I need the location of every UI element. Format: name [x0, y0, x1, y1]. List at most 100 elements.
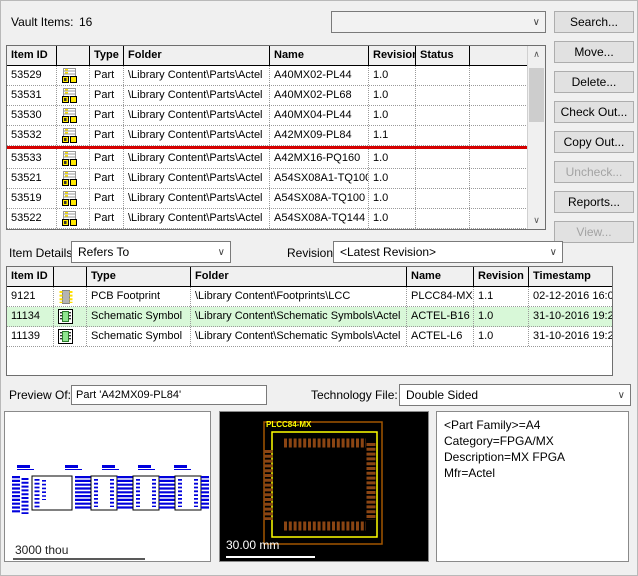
column-header-revision[interactable]: Revision [369, 46, 416, 65]
cell-item-id: 53531 [7, 86, 57, 105]
reports-button[interactable]: Reports... [554, 191, 634, 213]
item-details-table: Item ID Type Folder Name Revision Timest… [6, 266, 613, 376]
cell-type: Part [90, 106, 124, 125]
cell-icon [57, 126, 90, 145]
cell-icon [54, 327, 87, 346]
cell-timestamp: 31-10-2016 19:25:4 [529, 327, 612, 346]
delete-button[interactable]: Delete... [554, 71, 634, 93]
schematic-preview-panel: 3000 thou [4, 411, 211, 562]
cell-icon [57, 149, 90, 168]
table-row[interactable]: 53529 Part \Library Content\Parts\Actel … [7, 66, 528, 86]
table-row-highlighted[interactable]: 11134 Schematic Symbol \Library Content\… [7, 307, 612, 327]
cell-name: A40MX04-PL44 [270, 106, 369, 125]
column-header-type[interactable]: Type [87, 267, 191, 286]
table-row-focused[interactable]: 53532 Part \Library Content\Parts\Actel … [7, 126, 528, 146]
table-row[interactable]: 53533 Part \Library Content\Parts\Actel … [7, 149, 528, 169]
cell-type: Part [90, 169, 124, 188]
cell-item-id: 53533 [7, 149, 57, 168]
vault-items-count: 16 [79, 15, 92, 29]
table-row[interactable]: 9121 PCB Footprint \Library Content\Foot… [7, 287, 612, 307]
cell-item-id: 11139 [7, 327, 54, 346]
cell-status [416, 66, 470, 85]
table-row[interactable]: 53522 Part \Library Content\Parts\Actel … [7, 209, 528, 229]
cell-item-id: 9121 [7, 287, 54, 306]
technology-file-dropdown[interactable]: Double Sided ∨ [399, 384, 631, 406]
column-header-item-id[interactable]: Item ID [7, 46, 57, 65]
cell-name: A40MX02-PL44 [270, 66, 369, 85]
table-row[interactable]: 53530 Part \Library Content\Parts\Actel … [7, 106, 528, 126]
move-button[interactable]: Move... [554, 41, 634, 63]
details-table-header[interactable]: Item ID Type Folder Name Revision Timest… [7, 267, 612, 287]
part-icon [61, 88, 78, 104]
cell-filler [470, 66, 528, 85]
column-header-icon[interactable] [54, 267, 87, 286]
cell-type: Part [90, 66, 124, 85]
vault-table-scrollbar[interactable]: ∧ ∨ [527, 46, 545, 229]
vault-items-label: Vault Items: [11, 15, 73, 29]
vault-explorer-dialog: Vault Items: 16 ∨ Search... Move... Dele… [0, 0, 638, 576]
cell-type: Part [90, 149, 124, 168]
cell-name: PLCC84-MX [407, 287, 474, 306]
scrollbar-thumb[interactable] [529, 68, 544, 122]
cell-status [416, 209, 470, 228]
search-button[interactable]: Search... [554, 11, 634, 33]
check-out-button[interactable]: Check Out... [554, 101, 634, 123]
column-header-item-id[interactable]: Item ID [7, 267, 54, 286]
scroll-up-button[interactable]: ∧ [528, 46, 545, 63]
cell-revision: 1.0 [474, 327, 529, 346]
cell-folder: \Library Content\Parts\Actel [124, 149, 270, 168]
cell-filler [470, 209, 528, 228]
cell-filler [470, 106, 528, 125]
revision-dropdown[interactable]: <Latest Revision> ∨ [333, 241, 563, 263]
item-details-dropdown[interactable]: Refers To ∨ [71, 241, 231, 263]
cell-name: A54SX08A1-TQ100 [270, 169, 369, 188]
schematic-symbol-icon [58, 329, 73, 344]
column-header-icon[interactable] [57, 46, 90, 65]
cell-name: ACTEL-L6 [407, 327, 474, 346]
cell-type: Schematic Symbol [87, 307, 191, 326]
scroll-down-button[interactable]: ∨ [528, 212, 545, 229]
property-line: Category=FPGA/MX [444, 433, 621, 449]
cell-folder: \Library Content\Parts\Actel [124, 209, 270, 228]
table-row[interactable]: 11139 Schematic Symbol \Library Content\… [7, 327, 612, 347]
cell-item-id: 53519 [7, 189, 57, 208]
schematic-preview-image: 3000 thou [5, 412, 210, 561]
cell-name: A42MX16-PQ160 [270, 149, 369, 168]
cell-type: Part [90, 86, 124, 105]
table-row[interactable]: 53531 Part \Library Content\Parts\Actel … [7, 86, 528, 106]
column-header-folder[interactable]: Folder [191, 267, 407, 286]
cell-type: Part [90, 189, 124, 208]
cell-item-id: 53521 [7, 169, 57, 188]
column-header-folder[interactable]: Folder [124, 46, 270, 65]
column-header-revision[interactable]: Revision [474, 267, 529, 286]
cell-revision: 1.0 [369, 209, 416, 228]
cell-filler [470, 149, 528, 168]
preview-of-field[interactable]: Part 'A42MX09-PL84' [71, 385, 267, 405]
vault-table-header[interactable]: Item ID Type Folder Name Revision Status [7, 46, 528, 66]
cell-folder: \Library Content\Footprints\LCC [191, 287, 407, 306]
column-header-status[interactable]: Status [416, 46, 470, 65]
column-header-timestamp[interactable]: Timestamp [529, 267, 612, 286]
cell-type: PCB Footprint [87, 287, 191, 306]
cell-icon [57, 189, 90, 208]
item-details-value: Refers To [78, 245, 129, 259]
cell-revision: 1.0 [369, 106, 416, 125]
cell-revision: 1.0 [369, 86, 416, 105]
column-header-name[interactable]: Name [407, 267, 474, 286]
table-row[interactable]: 53521 Part \Library Content\Parts\Actel … [7, 169, 528, 189]
cell-name: A54SX08A-TQ144 [270, 209, 369, 228]
column-header-name[interactable]: Name [270, 46, 369, 65]
cell-folder: \Library Content\Parts\Actel [124, 189, 270, 208]
table-row[interactable]: 53519 Part \Library Content\Parts\Actel … [7, 189, 528, 209]
cell-filler [470, 169, 528, 188]
column-header-type[interactable]: Type [90, 46, 124, 65]
copy-out-button[interactable]: Copy Out... [554, 131, 634, 153]
cell-revision: 1.0 [369, 66, 416, 85]
cell-item-id: 53532 [7, 126, 57, 145]
cell-folder: \Library Content\Parts\Actel [124, 86, 270, 105]
cell-folder: \Library Content\Schematic Symbols\Actel [191, 307, 407, 326]
technology-file-value: Double Sided [406, 388, 478, 402]
cell-revision: 1.0 [474, 307, 529, 326]
filter-dropdown[interactable]: ∨ [331, 11, 546, 33]
cell-filler [470, 189, 528, 208]
